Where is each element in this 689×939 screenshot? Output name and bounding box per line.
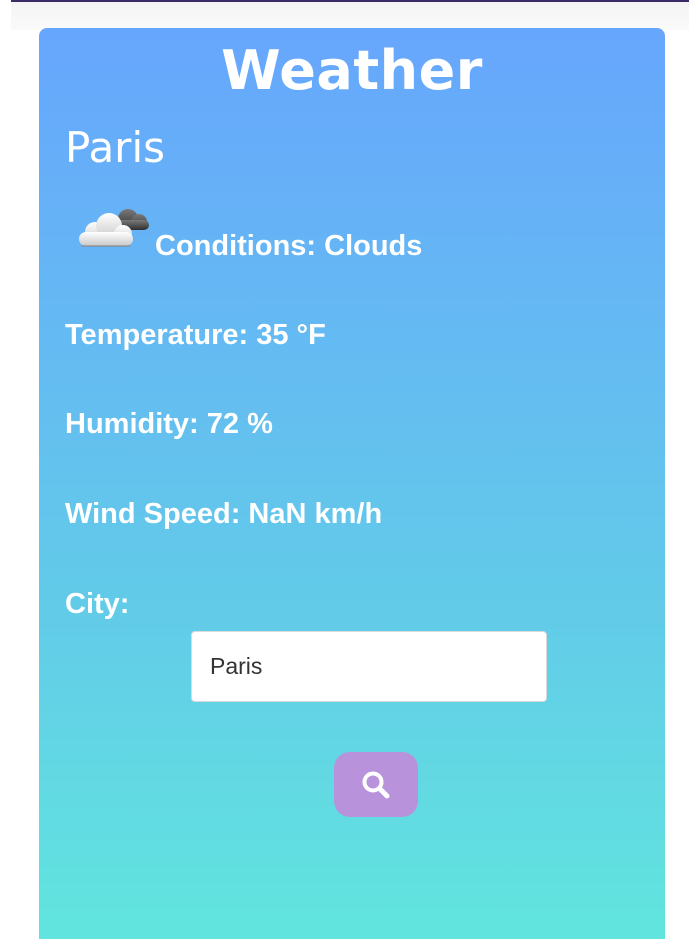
wind-speed-text: Wind Speed: NaN km/h: [65, 498, 383, 530]
city-label: City:: [65, 588, 130, 620]
city-name: Paris: [65, 123, 165, 172]
app-title: Weather: [221, 39, 483, 102]
humidity-text: Humidity: 72 %: [65, 408, 273, 440]
temperature-text: Temperature: 35 °F: [65, 319, 326, 351]
search-icon: [362, 771, 390, 798]
weather-card: Weather Paris Conditions: Clouds Tempera…: [39, 28, 665, 939]
search-button[interactable]: [334, 752, 418, 817]
browser-top-strip: [11, 0, 689, 30]
clouds-icon: [79, 209, 149, 247]
conditions-text: Conditions: Clouds: [155, 230, 423, 262]
city-input[interactable]: [191, 631, 547, 702]
